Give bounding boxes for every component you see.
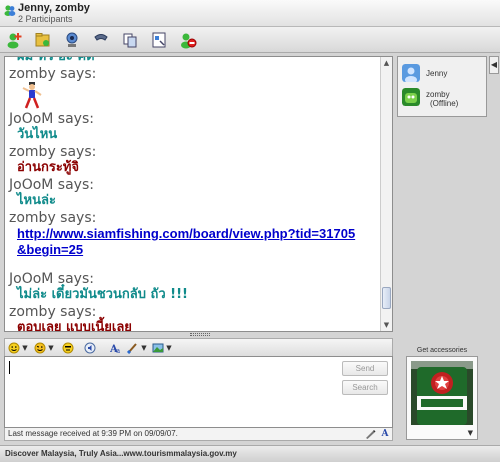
chevron-down-icon: ▼ — [164, 344, 172, 352]
last-message-status: Last message received at 9:39 PM on 09/0… — [8, 429, 178, 438]
message-input[interactable]: Send Search — [4, 356, 393, 428]
send-file-button[interactable] — [33, 30, 53, 50]
send-button[interactable]: Send — [342, 361, 388, 376]
ad-text[interactable]: Discover Malaysia, Truly Asia...www.tour… — [5, 449, 237, 458]
message-text: ผม หิว อ่ะ คิด — [17, 56, 95, 64]
call-button[interactable] — [91, 30, 111, 50]
participant-item[interactable]: Jenny — [402, 64, 486, 84]
sender-line: zomby says: — [9, 144, 97, 160]
sender-line: JoOoM says: — [9, 111, 94, 127]
games-button[interactable] — [149, 30, 169, 50]
nudge-icon — [62, 342, 74, 354]
message-text: ไหนล่ะ — [17, 193, 56, 208]
voice-clip-button[interactable] — [84, 340, 96, 356]
window-title: Jenny, zomby — [18, 2, 90, 14]
chevron-left-icon: ◀ — [490, 60, 498, 69]
participant-name: Jenny — [426, 69, 448, 78]
scroll-down-arrow-icon[interactable]: ▼ — [381, 320, 392, 330]
webcam-button[interactable] — [62, 30, 82, 50]
chevron-down-icon: ▼ — [139, 344, 147, 352]
emoticon — [21, 82, 378, 110]
dancing-figure-icon — [22, 82, 42, 109]
scroll-up-arrow-icon[interactable]: ▲ — [381, 58, 392, 68]
message-link[interactable]: http://www.siamfishing.com/board/view.ph… — [9, 226, 378, 258]
block-icon — [181, 33, 197, 49]
participant-count: 2 Participants — [18, 14, 73, 24]
add-contact-icon — [7, 33, 22, 49]
font-icon: Aa — [110, 344, 120, 354]
accessories-label[interactable]: Get accessories — [397, 347, 487, 354]
sender-line: zomby says: — [9, 66, 97, 82]
phone-icon — [94, 34, 108, 41]
text-cursor — [9, 361, 10, 374]
handwriting-button[interactable] — [364, 428, 376, 440]
chevron-down-icon: ▼ — [20, 344, 28, 352]
games-icon — [152, 32, 166, 48]
block-contact-button[interactable] — [178, 30, 198, 50]
pane-splitter[interactable] — [190, 333, 210, 336]
message-text: ตอบเลย แบบเนี้ยเลย — [17, 320, 132, 332]
activities-button[interactable] — [120, 30, 140, 50]
link-line[interactable]: &begin=25 — [17, 242, 378, 258]
link-line[interactable]: http://www.siamfishing.com/board/view.ph… — [17, 226, 378, 242]
avatar-icon — [402, 64, 420, 82]
participant-name: zomby — [426, 90, 450, 99]
ad-banner[interactable]: Discover Malaysia, Truly Asia...www.tour… — [0, 445, 500, 462]
font-button[interactable]: Aa — [110, 340, 122, 356]
background-menu-button[interactable]: ▼ — [127, 340, 147, 356]
conversation-toolbar — [0, 27, 500, 53]
title-bar: Jenny, zomby 2 Participants — [0, 0, 500, 27]
emoticon-menu-button[interactable]: ▼ — [8, 340, 28, 356]
status-line: Last message received at 9:39 PM on 09/0… — [4, 428, 393, 441]
display-picture-image — [411, 361, 473, 425]
message-text: อ่านกระทู้จิ — [17, 160, 80, 175]
conversation-history[interactable]: ผม หิว อ่ะ คิด zomby says: JoOoM says: วันไ… — [4, 56, 393, 332]
participant-item[interactable]: zomby (Offline) — [402, 88, 486, 112]
formatting-toolbar: ▼ ▼ Aa ▼ ▼ — [4, 338, 393, 356]
messenger-buddy-icon — [4, 5, 16, 16]
activities-icon — [123, 33, 137, 48]
webcam-icon — [66, 32, 78, 47]
sender-line: zomby says: — [9, 210, 97, 226]
svg-text:a: a — [116, 347, 120, 354]
smiley-icon — [8, 342, 20, 354]
scroll-thumb[interactable] — [382, 287, 391, 309]
participant-status: (Offline) — [430, 99, 459, 108]
message-list: ผม หิว อ่ะ คิด zomby says: JoOoM says: วันไ… — [9, 56, 378, 332]
message-text: วันไหน — [17, 127, 58, 142]
wink-icon — [34, 342, 46, 354]
participant-list: Jenny zomby (Offline) — [397, 56, 487, 117]
display-picture[interactable]: ▼ — [406, 356, 478, 440]
chevron-down-icon: ▼ — [46, 344, 54, 352]
sender-line: JoOoM says: — [9, 177, 94, 193]
picture-icon — [152, 343, 164, 353]
nudge-button[interactable] — [62, 340, 74, 356]
chevron-down-icon[interactable]: ▼ — [468, 429, 473, 437]
search-button[interactable]: Search — [342, 380, 388, 395]
sender-line: JoOoM says: — [9, 271, 94, 287]
history-scrollbar[interactable]: ▲ ▼ — [380, 57, 392, 331]
avatar-icon — [402, 88, 420, 106]
wink-menu-button[interactable]: ▼ — [34, 340, 54, 356]
collapse-pane-button[interactable]: ◀ — [489, 56, 499, 74]
picture-menu-button[interactable]: ▼ — [152, 340, 172, 356]
speaker-icon — [84, 342, 96, 354]
invite-contact-button[interactable] — [4, 30, 24, 50]
text-mode-button[interactable]: A — [379, 428, 391, 440]
pencil-icon — [365, 430, 375, 439]
folder-share-icon — [35, 33, 50, 47]
paintbrush-icon — [127, 343, 137, 354]
message-text: ไม่ล่ะ เดี๋ยวมันชวนกลับ ถัว !!! — [17, 287, 188, 302]
sender-line: zomby says: — [9, 304, 97, 320]
text-mode-icon: A — [381, 429, 389, 439]
